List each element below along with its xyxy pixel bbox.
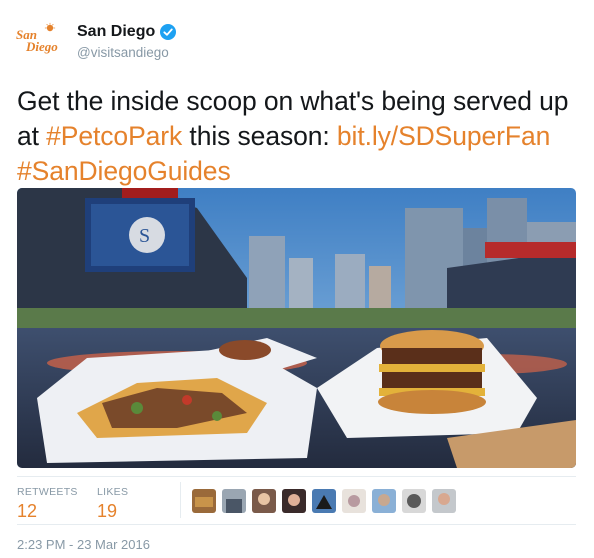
likers-avatars — [192, 489, 462, 513]
liker-avatar-icon[interactable] — [342, 489, 366, 513]
liker-avatar-icon[interactable] — [372, 489, 396, 513]
tweet-url-link[interactable]: bit.ly/SDSuperFan — [337, 121, 550, 151]
liker-avatar-icon[interactable] — [282, 489, 306, 513]
retweets-label: RETWEETS — [17, 486, 78, 498]
stats-divider-top — [17, 476, 576, 477]
svg-text:S: S — [139, 225, 150, 247]
hashtag-sandiegoguides[interactable]: #SanDiegoGuides — [17, 156, 231, 186]
tweet-text: Get the inside scoop on what's being ser… — [17, 84, 587, 189]
liker-avatar-icon[interactable] — [312, 489, 336, 513]
hashtag-petcopark[interactable]: #PetcoPark — [46, 121, 182, 151]
tweet-timestamp[interactable]: 2:23 PM - 23 Mar 2016 — [17, 537, 150, 552]
liker-avatar-icon[interactable] — [192, 489, 216, 513]
user-handle[interactable]: @visitsandiego — [77, 45, 176, 60]
retweets-stat[interactable]: RETWEETS 12 — [17, 486, 78, 522]
stats-divider-bottom — [17, 524, 576, 525]
liker-avatar-icon[interactable] — [402, 489, 426, 513]
liker-avatar-icon[interactable] — [252, 489, 276, 513]
verified-badge-icon — [160, 24, 177, 40]
tweet-photo[interactable]: S — [17, 188, 576, 468]
stats-vertical-divider — [180, 482, 181, 518]
retweets-count: 12 — [17, 501, 38, 521]
tweet-text-segment: this season: — [182, 121, 337, 151]
author-block: San Diego @visitsandiego — [77, 22, 177, 60]
likes-count: 19 — [97, 501, 118, 521]
tweet-card: San Diego San Diego @visitsandiego Get t… — [0, 0, 594, 558]
likes-stat[interactable]: LIKES 19 — [97, 486, 128, 522]
san-diego-logo-avatar[interactable]: San Diego — [14, 22, 64, 54]
likes-label: LIKES — [97, 486, 129, 498]
display-name[interactable]: San Diego — [77, 23, 155, 41]
liker-avatar-icon[interactable] — [432, 489, 456, 513]
svg-text:Diego: Diego — [25, 39, 58, 54]
liker-avatar-icon[interactable] — [222, 489, 246, 513]
